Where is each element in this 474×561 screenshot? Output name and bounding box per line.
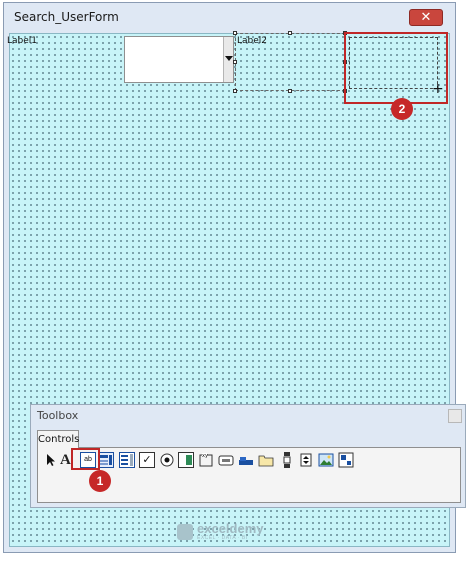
image-icon[interactable]: [318, 452, 334, 468]
resize-handle[interactable]: [288, 89, 292, 93]
toolbox-title: Toolbox: [37, 409, 79, 422]
svg-text:xy: xy: [202, 453, 208, 459]
resize-handle[interactable]: [233, 31, 237, 35]
close-button[interactable]: ✕: [409, 9, 443, 26]
optionbutton-icon[interactable]: [159, 452, 175, 468]
chevron-down-icon: [225, 56, 233, 61]
combobox-dropdown-button[interactable]: [223, 37, 233, 82]
label1-control[interactable]: Label1: [7, 36, 37, 46]
togglebutton-icon[interactable]: [178, 452, 194, 468]
resize-handle[interactable]: [233, 60, 237, 64]
userform-titlebar[interactable]: Search_UserForm ✕: [4, 3, 455, 31]
spinbutton-icon[interactable]: [298, 452, 314, 468]
exceldemy-logo-icon: [177, 523, 193, 540]
refedit-icon[interactable]: [338, 452, 354, 468]
watermark-tagline: EXCEL · DATA · BI: [197, 535, 248, 541]
label2-control[interactable]: Label2: [237, 36, 267, 46]
multipage-icon[interactable]: [258, 452, 274, 468]
textbox-tool-highlight: [71, 448, 100, 470]
resize-handle[interactable]: [233, 89, 237, 93]
combobox-icon[interactable]: [98, 452, 114, 468]
select-objects-icon[interactable]: [43, 452, 59, 468]
combobox-control[interactable]: [124, 36, 234, 83]
checkbox-icon[interactable]: ✓: [139, 452, 155, 468]
tabstrip-icon[interactable]: [238, 452, 254, 468]
new-textbox-draw-outline[interactable]: [349, 37, 438, 89]
listbox-icon[interactable]: [119, 452, 135, 468]
scrollbar-icon[interactable]: [279, 452, 295, 468]
resize-handle[interactable]: [288, 31, 292, 35]
watermark-name: exceldemy: [197, 521, 264, 536]
crosshair-cursor-icon: +: [432, 81, 444, 97]
commandbutton-icon[interactable]: [218, 452, 234, 468]
tab-controls[interactable]: Controls: [37, 430, 79, 448]
toolbox-close-button[interactable]: [448, 409, 462, 423]
userform-title: Search_UserForm: [14, 10, 119, 24]
frame-icon[interactable]: xy: [198, 452, 214, 468]
step-2-badge: 2: [391, 98, 413, 120]
watermark: exceldemy EXCEL · DATA · BI: [177, 522, 264, 541]
step-1-badge: 1: [89, 470, 111, 492]
